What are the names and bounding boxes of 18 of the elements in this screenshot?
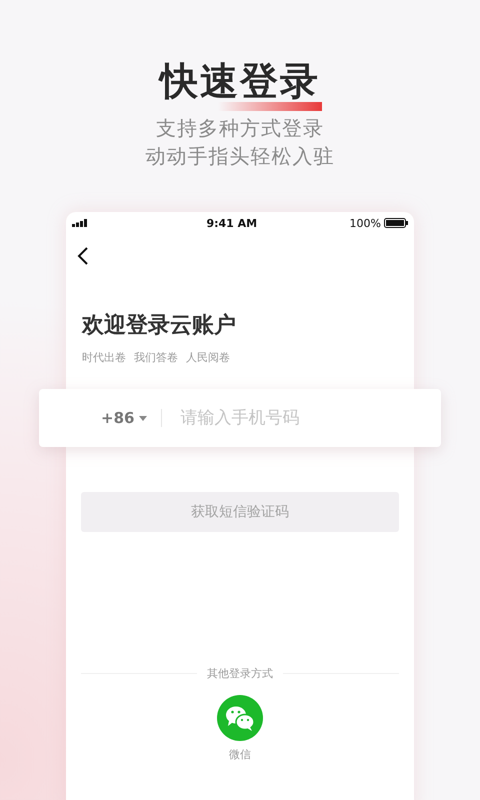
battery-percent: 100% [350, 216, 381, 230]
caret-icon [139, 416, 148, 420]
other-login-label: 其他登录方式 [207, 666, 273, 681]
tagline: 时代出卷 [82, 350, 126, 365]
tagline: 我们答卷 [134, 350, 178, 365]
subtitle-line: 动动手指头轻松入驻 [146, 144, 334, 168]
login-option[interactable]: 微信 [217, 695, 263, 762]
signal-icon [72, 219, 88, 227]
battery-icon [384, 218, 408, 228]
phone-input-field[interactable]: +86 请输入手机号码 [39, 389, 441, 447]
status-time: 9:41 AM [206, 216, 258, 230]
back-icon[interactable] [76, 246, 90, 266]
tagline: 人民阅卷 [186, 350, 230, 365]
country-code-dropdown[interactable]: +86 [101, 409, 148, 427]
page-title: 快速登录 [160, 62, 320, 100]
subtitle-line: 支持多种方式登录 [156, 116, 324, 140]
chat-bubbles-icon [217, 695, 263, 741]
welcome-heading: 欢迎登录云账户 [82, 312, 237, 340]
